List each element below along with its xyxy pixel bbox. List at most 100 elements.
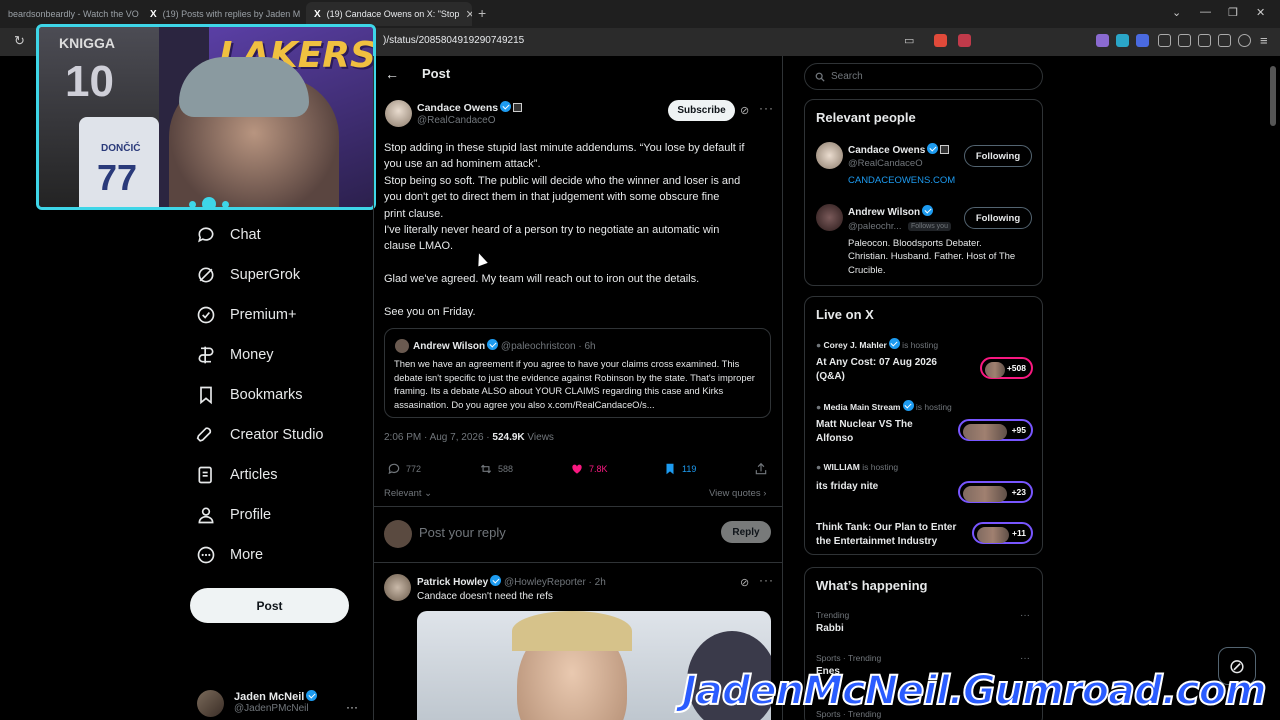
- post-line: Glad we've agreed. My team will reach ou…: [384, 273, 700, 286]
- post-timestamp[interactable]: 2:06 PM · Aug 7, 2026 ·: [384, 432, 492, 443]
- extension-icon[interactable]: [1136, 34, 1149, 47]
- author-avatar[interactable]: [385, 100, 412, 127]
- person-name: Candace Owens: [848, 145, 926, 156]
- person-website-link[interactable]: CANDACEOWENS.COM: [848, 175, 955, 186]
- nav-chat[interactable]: Chat: [196, 225, 261, 245]
- extension-icon[interactable]: [1096, 34, 1109, 47]
- account-more-icon[interactable]: ···: [346, 700, 358, 714]
- quoted-post[interactable]: Andrew Wilson @paleochristcon · 6h Then …: [384, 328, 771, 418]
- space-title[interactable]: its friday nite: [816, 480, 878, 494]
- like-action[interactable]: 7.8K: [570, 462, 608, 476]
- share-action[interactable]: [754, 462, 768, 476]
- trend-name[interactable]: Rabbi: [816, 623, 844, 634]
- search-input[interactable]: Search: [804, 63, 1043, 90]
- reply-input[interactable]: Post your reply: [419, 525, 506, 540]
- listener-avatars: [985, 362, 1005, 378]
- post-line: Stop being so soft. The public will deci…: [384, 174, 741, 187]
- ai-icon[interactable]: [1218, 34, 1231, 47]
- person-name-row[interactable]: Candace Owens: [848, 143, 950, 156]
- page-title: Post: [422, 66, 451, 81]
- space-title[interactable]: Matt Nuclear VS The Alfonso: [816, 418, 913, 445]
- card-title: Live on X: [816, 307, 874, 322]
- chevron-down-icon[interactable]: ⌄: [1172, 6, 1181, 19]
- music-icon[interactable]: [1178, 34, 1191, 47]
- repost-action[interactable]: 588: [479, 462, 513, 476]
- views-label: Views: [524, 432, 554, 443]
- space-listeners-pill[interactable]: +95: [958, 419, 1033, 441]
- reply-action[interactable]: 772: [387, 462, 421, 476]
- nav-premium[interactable]: Premium+: [196, 305, 296, 325]
- dot: [202, 197, 216, 207]
- x-logo-icon: X: [150, 8, 157, 20]
- extension-icon[interactable]: [1116, 34, 1129, 47]
- nav-profile[interactable]: Profile: [196, 505, 271, 525]
- following-button[interactable]: Following: [964, 207, 1032, 229]
- grok-icon[interactable]: ⊘: [740, 104, 749, 117]
- nav-bookmarks[interactable]: Bookmarks: [196, 385, 303, 405]
- nav-articles[interactable]: Articles: [196, 465, 278, 485]
- brave-shield-icon[interactable]: [934, 34, 947, 47]
- nav-money[interactable]: Money: [196, 345, 274, 365]
- x-logo-icon: X: [314, 8, 321, 20]
- space-title[interactable]: Think Tank: Our Plan to Enter the Entert…: [816, 521, 956, 548]
- reload-icon[interactable]: ↻: [14, 33, 25, 49]
- more-options-icon[interactable]: ···: [759, 101, 774, 115]
- following-button[interactable]: Following: [964, 145, 1032, 167]
- bio-line: Crucible.: [848, 264, 886, 276]
- more-options-icon[interactable]: ···: [1020, 653, 1030, 664]
- shield-icon[interactable]: [1238, 34, 1251, 47]
- puzzle-icon[interactable]: [1158, 34, 1171, 47]
- tab-3-active[interactable]: X (19) Candace Owens on X: "Stop ✕: [306, 2, 472, 26]
- reply-author-avatar[interactable]: [384, 574, 411, 601]
- more-options-icon[interactable]: ···: [1020, 610, 1030, 621]
- post-button[interactable]: Post: [190, 588, 349, 623]
- nav-supergrok[interactable]: SuperGrok: [196, 265, 300, 285]
- menu-icon[interactable]: ≡: [1260, 33, 1268, 48]
- avatar[interactable]: [816, 204, 843, 231]
- sort-replies-dropdown[interactable]: Relevant ⌄: [384, 488, 432, 499]
- listener-count: +11: [1012, 528, 1026, 538]
- rewards-icon[interactable]: [958, 34, 971, 47]
- person-name-row[interactable]: Andrew Wilson: [848, 205, 934, 218]
- subscribe-button[interactable]: Subscribe: [668, 100, 735, 121]
- close-window-icon[interactable]: ✕: [1256, 6, 1265, 19]
- nav-creator-studio[interactable]: Creator Studio: [196, 425, 324, 445]
- space-title-line: its friday nite: [816, 481, 879, 492]
- nav-more[interactable]: More: [196, 545, 263, 565]
- reply-author-name[interactable]: Patrick Howley: [417, 577, 488, 588]
- post-meta: 2:06 PM · Aug 7, 2026 · 524.9K Views: [384, 432, 554, 443]
- restore-icon[interactable]: ❐: [1228, 6, 1238, 19]
- cast-icon[interactable]: ▭: [904, 34, 914, 47]
- url-text[interactable]: )/status/2085804919290749215: [383, 35, 524, 46]
- view-quotes-link[interactable]: View quotes ›: [709, 488, 766, 499]
- close-tab-icon[interactable]: ✕: [459, 8, 472, 21]
- avatar: [197, 690, 224, 717]
- new-tab-icon[interactable]: +: [478, 5, 486, 21]
- scrollbar[interactable]: [1270, 66, 1276, 126]
- follows-you-badge: Follows you: [908, 222, 951, 231]
- avatar[interactable]: [816, 142, 843, 169]
- space-listeners-pill[interactable]: +508: [980, 357, 1033, 379]
- tab-2[interactable]: X (19) Posts with replies by Jaden M: [142, 2, 302, 26]
- space-host: ● WILLIAM is hosting: [816, 462, 898, 472]
- more-options-icon[interactable]: ···: [759, 573, 774, 587]
- bookmark-action[interactable]: 119: [663, 462, 696, 476]
- author-handle[interactable]: @RealCandaceO: [417, 115, 496, 126]
- back-arrow-icon[interactable]: ←: [385, 66, 399, 82]
- sidebar-icon[interactable]: [1198, 34, 1211, 47]
- account-switcher[interactable]: Jaden McNeil @JadenPMcNeil: [197, 690, 318, 717]
- space-listeners-pill[interactable]: +11: [972, 522, 1033, 544]
- chevron-down-icon: ⌄: [421, 488, 433, 499]
- minimize-icon[interactable]: —: [1200, 6, 1211, 18]
- space-title[interactable]: At Any Cost: 07 Aug 2026 (Q&A): [816, 356, 937, 383]
- reply-button[interactable]: Reply: [721, 521, 771, 543]
- listener-count: +508: [1006, 363, 1026, 373]
- account-handle: @JadenPMcNeil: [234, 703, 309, 714]
- author-name-row[interactable]: Candace Owens: [417, 101, 523, 114]
- tab-1[interactable]: beardsonbeardly - Watch the VO: [0, 2, 140, 26]
- space-listeners-pill[interactable]: +23: [958, 481, 1033, 503]
- bio-line: Christian. Husband. Father. Host of The: [848, 251, 1016, 263]
- verified-icon: [306, 690, 318, 701]
- grok-icon[interactable]: ⊘: [740, 576, 749, 589]
- post-line: you don't get to direct them in that jud…: [384, 191, 720, 204]
